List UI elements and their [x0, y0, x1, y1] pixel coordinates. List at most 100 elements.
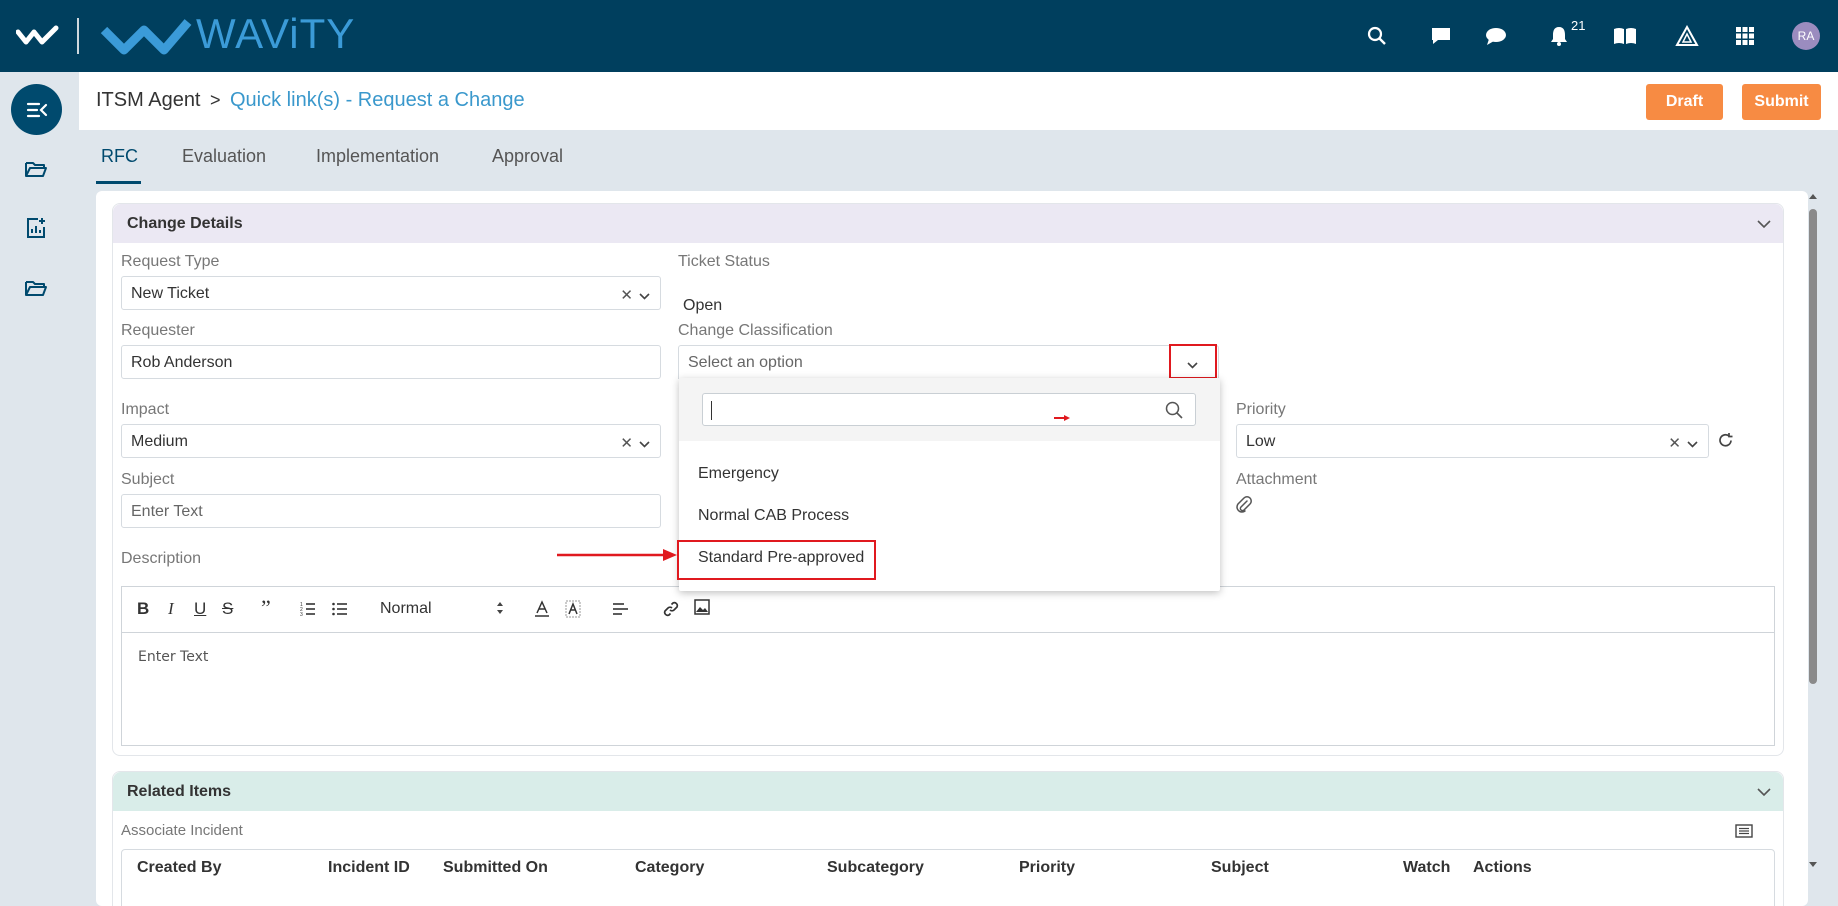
arrow-annotation-icon — [1054, 408, 1070, 426]
dropdown-option-emergency[interactable]: Emergency — [698, 465, 779, 483]
triangle-icon[interactable] — [1673, 22, 1701, 50]
folder-icon[interactable] — [22, 274, 50, 302]
text-color-icon[interactable] — [534, 600, 550, 623]
quote-icon[interactable]: ” — [261, 595, 271, 621]
request-type-value: New Ticket — [131, 285, 210, 302]
tab-approval[interactable]: Approval — [492, 146, 563, 167]
message-icon[interactable] — [1427, 22, 1455, 50]
highlight-box — [677, 540, 876, 580]
list-view-icon[interactable] — [1735, 824, 1753, 843]
description-placeholder: Enter Text — [138, 649, 209, 665]
dropdown-search-area — [679, 378, 1220, 441]
ordered-list-icon[interactable]: 123 — [300, 601, 316, 622]
bold-icon[interactable]: B — [137, 599, 149, 619]
clear-icon[interactable]: ✕ — [1668, 434, 1681, 452]
priority-label: Priority — [1236, 401, 1286, 418]
section-title: Related Items — [127, 783, 232, 800]
report-add-icon[interactable] — [22, 214, 50, 242]
text-cursor — [711, 401, 712, 420]
clear-icon[interactable]: ✕ — [620, 434, 633, 452]
active-tab-indicator — [96, 181, 141, 184]
image-icon[interactable] — [694, 599, 710, 620]
submit-button[interactable]: Submit — [1742, 84, 1821, 120]
request-type-label: Request Type — [121, 253, 220, 270]
refresh-icon[interactable] — [1717, 432, 1734, 454]
format-select[interactable]: Normal — [380, 600, 432, 618]
tab-evaluation[interactable]: Evaluation — [182, 146, 266, 167]
requester-value: Rob Anderson — [131, 354, 233, 371]
paperclip-icon[interactable] — [1236, 496, 1252, 519]
notification-count: 21 — [1571, 18, 1586, 33]
chat-icon[interactable] — [1482, 22, 1510, 50]
left-sidebar — [0, 72, 79, 906]
book-icon[interactable] — [1611, 22, 1639, 50]
underline-icon[interactable]: U — [194, 599, 206, 619]
change-classification-select[interactable]: Select an option — [678, 345, 1219, 379]
impact-select[interactable]: Medium ✕ — [121, 424, 661, 458]
column-header[interactable]: Created By — [137, 859, 221, 877]
subject-placeholder: Enter Text — [131, 503, 203, 520]
italic-icon[interactable]: I — [168, 599, 174, 619]
align-icon[interactable] — [612, 602, 629, 622]
draft-button[interactable]: Draft — [1646, 84, 1723, 120]
chevron-down-icon[interactable] — [1687, 435, 1698, 452]
subject-input[interactable]: Enter Text — [121, 494, 661, 528]
description-editor[interactable]: B I U S ” 123 Normal Enter Text — [121, 586, 1775, 746]
requester-label: Requester — [121, 322, 195, 339]
impact-value: Medium — [131, 433, 188, 450]
breadcrumb-root[interactable]: ITSM Agent — [96, 89, 201, 112]
column-header[interactable]: Watch Lis — [1403, 859, 1451, 877]
column-header[interactable]: Subcategory — [827, 859, 924, 877]
related-items-section: Related Items Associate Incident Created… — [112, 771, 1784, 906]
grid-icon[interactable] — [1731, 22, 1759, 50]
dropdown-option-normal-cab-process[interactable]: Normal CAB Process — [698, 507, 849, 525]
column-header[interactable]: Priority — [1019, 859, 1075, 877]
related-items-header[interactable]: Related Items — [113, 772, 1783, 811]
request-type-select[interactable]: New Ticket ✕ — [121, 276, 661, 310]
column-header[interactable]: Category — [635, 859, 704, 877]
chevron-down-icon[interactable] — [1757, 216, 1771, 234]
column-header[interactable]: Incident ID — [328, 859, 410, 877]
incident-table: Created By Incident ID Submitted On Cate… — [121, 849, 1775, 906]
link-icon[interactable] — [662, 600, 680, 623]
divider — [77, 18, 79, 54]
clear-icon[interactable]: ✕ — [620, 286, 633, 304]
wavity-logo-icon — [100, 16, 192, 61]
description-label: Description — [121, 550, 202, 567]
brand-name: WAViTY — [196, 10, 356, 57]
column-header[interactable]: Subject — [1211, 859, 1269, 877]
folder-open-icon[interactable] — [22, 155, 50, 183]
tab-rfc[interactable]: RFC — [101, 146, 138, 167]
attachment-label: Attachment — [1236, 471, 1317, 488]
svg-text:3: 3 — [300, 612, 303, 617]
avatar[interactable]: RA — [1792, 22, 1820, 50]
ticket-status-value: Open — [683, 297, 723, 314]
chevron-down-icon[interactable] — [639, 287, 650, 304]
format-select-arrows-icon[interactable] — [496, 601, 504, 620]
breadcrumb-current: Quick link(s) - Request a Change — [230, 89, 525, 111]
background-color-icon[interactable] — [565, 600, 581, 623]
ticket-status-label: Ticket Status — [678, 253, 770, 270]
search-icon[interactable] — [1165, 401, 1183, 424]
change-classification-placeholder: Select an option — [688, 354, 803, 371]
bell-icon[interactable] — [1545, 22, 1573, 50]
column-header[interactable]: Actions — [1473, 859, 1532, 877]
tab-implementation[interactable]: Implementation — [316, 146, 439, 167]
editor-toolbar: B I U S ” 123 Normal — [122, 587, 1774, 633]
vertical-scrollbar[interactable] — [1806, 191, 1820, 876]
change-details-header[interactable]: Change Details — [113, 204, 1783, 243]
column-header[interactable]: Submitted On — [443, 859, 548, 877]
subject-label: Subject — [121, 471, 175, 488]
bullet-list-icon[interactable] — [332, 601, 348, 622]
chevron-down-icon[interactable] — [639, 435, 650, 452]
collapse-menu-icon[interactable] — [11, 84, 62, 135]
breadcrumb-separator: > — [210, 90, 221, 110]
top-navigation-bar: WAViTY 21 RA — [0, 0, 1838, 72]
search-icon[interactable] — [1363, 22, 1391, 50]
strikethrough-icon[interactable]: S — [222, 599, 233, 619]
requester-field[interactable]: Rob Anderson — [121, 345, 661, 379]
priority-select[interactable]: Low ✕ — [1236, 424, 1709, 458]
dropdown-search-input[interactable] — [702, 393, 1196, 426]
wavity-mark-icon[interactable] — [15, 24, 60, 53]
chevron-down-icon[interactable] — [1757, 784, 1771, 802]
